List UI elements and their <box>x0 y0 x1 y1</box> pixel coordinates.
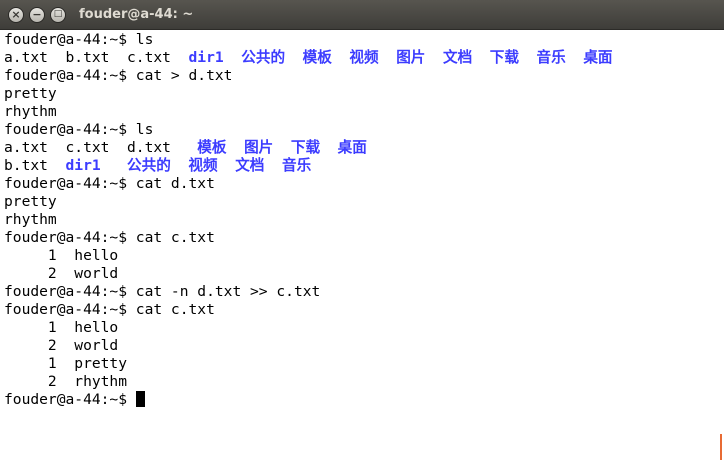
terminal-text: fouder@a-44:~$ cat -n d.txt >> c.txt <box>4 283 321 300</box>
terminal-window: × − □ fouder@a-44: ~ fouder@a-44:~$ ls a.… <box>0 0 724 464</box>
close-icon: × <box>11 8 21 21</box>
directory-name: 视频 <box>188 157 218 174</box>
terminal-line: fouder@a-44:~$ <box>4 391 714 409</box>
terminal-line: fouder@a-44:~$ ls <box>4 121 714 139</box>
directory-name: 公共的 <box>127 157 171 174</box>
directory-name: 图片 <box>396 49 426 66</box>
terminal-text: fouder@a-44:~$ ls <box>4 121 154 138</box>
terminal-line: fouder@a-44:~$ ls <box>4 31 714 49</box>
terminal-line: 1 hello <box>4 319 714 337</box>
terminal-line: fouder@a-44:~$ cat c.txt <box>4 301 714 319</box>
terminal-line: fouder@a-44:~$ cat > d.txt <box>4 67 714 85</box>
directory-name: 下载 <box>290 139 321 156</box>
directory-name: dir1 <box>65 157 101 174</box>
title-bar[interactable]: × − □ fouder@a-44: ~ <box>0 0 724 30</box>
directory-name: 下载 <box>489 49 519 66</box>
directory-name: 音乐 <box>281 157 312 174</box>
maximize-icon: □ <box>53 9 63 19</box>
terminal-text: 1 pretty <box>4 355 128 372</box>
terminal-text: 2 world <box>4 337 119 354</box>
terminal-line: 2 rhythm <box>4 373 714 391</box>
terminal-text: 1 hello <box>4 319 119 336</box>
minimize-icon: − <box>32 8 42 21</box>
directory-name: 音乐 <box>536 49 566 66</box>
terminal-text: fouder@a-44:~$ cat c.txt <box>4 301 215 318</box>
terminal-text: fouder@a-44:~$ <box>4 391 136 408</box>
terminal-line: rhythm <box>4 211 714 229</box>
terminal-text: fouder@a-44:~$ cat > d.txt <box>4 67 233 84</box>
terminal-line: 2 world <box>4 337 714 355</box>
terminal-line: b.txt dir1 公共的 视频 文档 音乐 <box>4 157 714 175</box>
maximize-button[interactable]: □ <box>50 6 66 23</box>
terminal-text: b.txt <box>4 157 66 174</box>
minimize-button[interactable]: − <box>29 6 45 23</box>
directory-name: 文档 <box>442 49 473 66</box>
terminal-text: 1 hello <box>4 247 119 264</box>
directory-name: 图片 <box>244 139 274 156</box>
directory-name: 模板 <box>302 49 332 66</box>
directory-name: 桌面 <box>337 139 367 156</box>
terminal-line: fouder@a-44:~$ cat c.txt <box>4 229 714 247</box>
directory-name: 文档 <box>235 157 265 174</box>
terminal-line: fouder@a-44:~$ cat -n d.txt >> c.txt <box>4 283 714 301</box>
directory-name: 桌面 <box>583 49 613 66</box>
directory-name: dir1 <box>188 49 224 66</box>
terminal-text: a.txt b.txt c.txt <box>4 49 189 66</box>
scrollbar-indicator[interactable] <box>720 434 722 460</box>
text-cursor <box>135 391 145 407</box>
terminal-text: 2 world <box>4 265 119 282</box>
terminal-line: a.txt b.txt c.txt dir1 公共的 模板 视频 图片 文档 下… <box>4 49 714 67</box>
terminal-text: pretty <box>4 193 57 210</box>
terminal-text: fouder@a-44:~$ ls <box>4 31 154 48</box>
terminal-text: rhythm <box>4 211 57 228</box>
directory-name: 视频 <box>349 49 379 66</box>
terminal-line: a.txt c.txt d.txt 模板 图片 下载 桌面 <box>4 139 714 157</box>
terminal-line: fouder@a-44:~$ cat d.txt <box>4 175 714 193</box>
close-button[interactable]: × <box>8 6 24 23</box>
terminal-line: 1 hello <box>4 247 714 265</box>
terminal-text: a.txt c.txt d.txt <box>4 139 198 156</box>
terminal-line: 2 world <box>4 265 714 283</box>
terminal-text: fouder@a-44:~$ cat c.txt <box>4 229 215 246</box>
terminal-text: pretty <box>4 85 57 102</box>
terminal-text: 2 rhythm <box>4 373 128 390</box>
terminal-line: pretty <box>4 193 714 211</box>
terminal-text: fouder@a-44:~$ cat d.txt <box>4 175 215 192</box>
terminal-line: rhythm <box>4 103 714 121</box>
terminal-text: rhythm <box>4 103 57 120</box>
window-controls: × − □ <box>8 6 66 23</box>
directory-name: 模板 <box>197 139 227 156</box>
terminal-line: 1 pretty <box>4 355 714 373</box>
terminal-output[interactable]: fouder@a-44:~$ ls a.txt b.txt c.txt dir1 … <box>4 30 714 464</box>
terminal-line: pretty <box>4 85 714 103</box>
directory-name: 公共的 <box>241 49 286 66</box>
window-title: fouder@a-44: ~ <box>79 7 194 22</box>
